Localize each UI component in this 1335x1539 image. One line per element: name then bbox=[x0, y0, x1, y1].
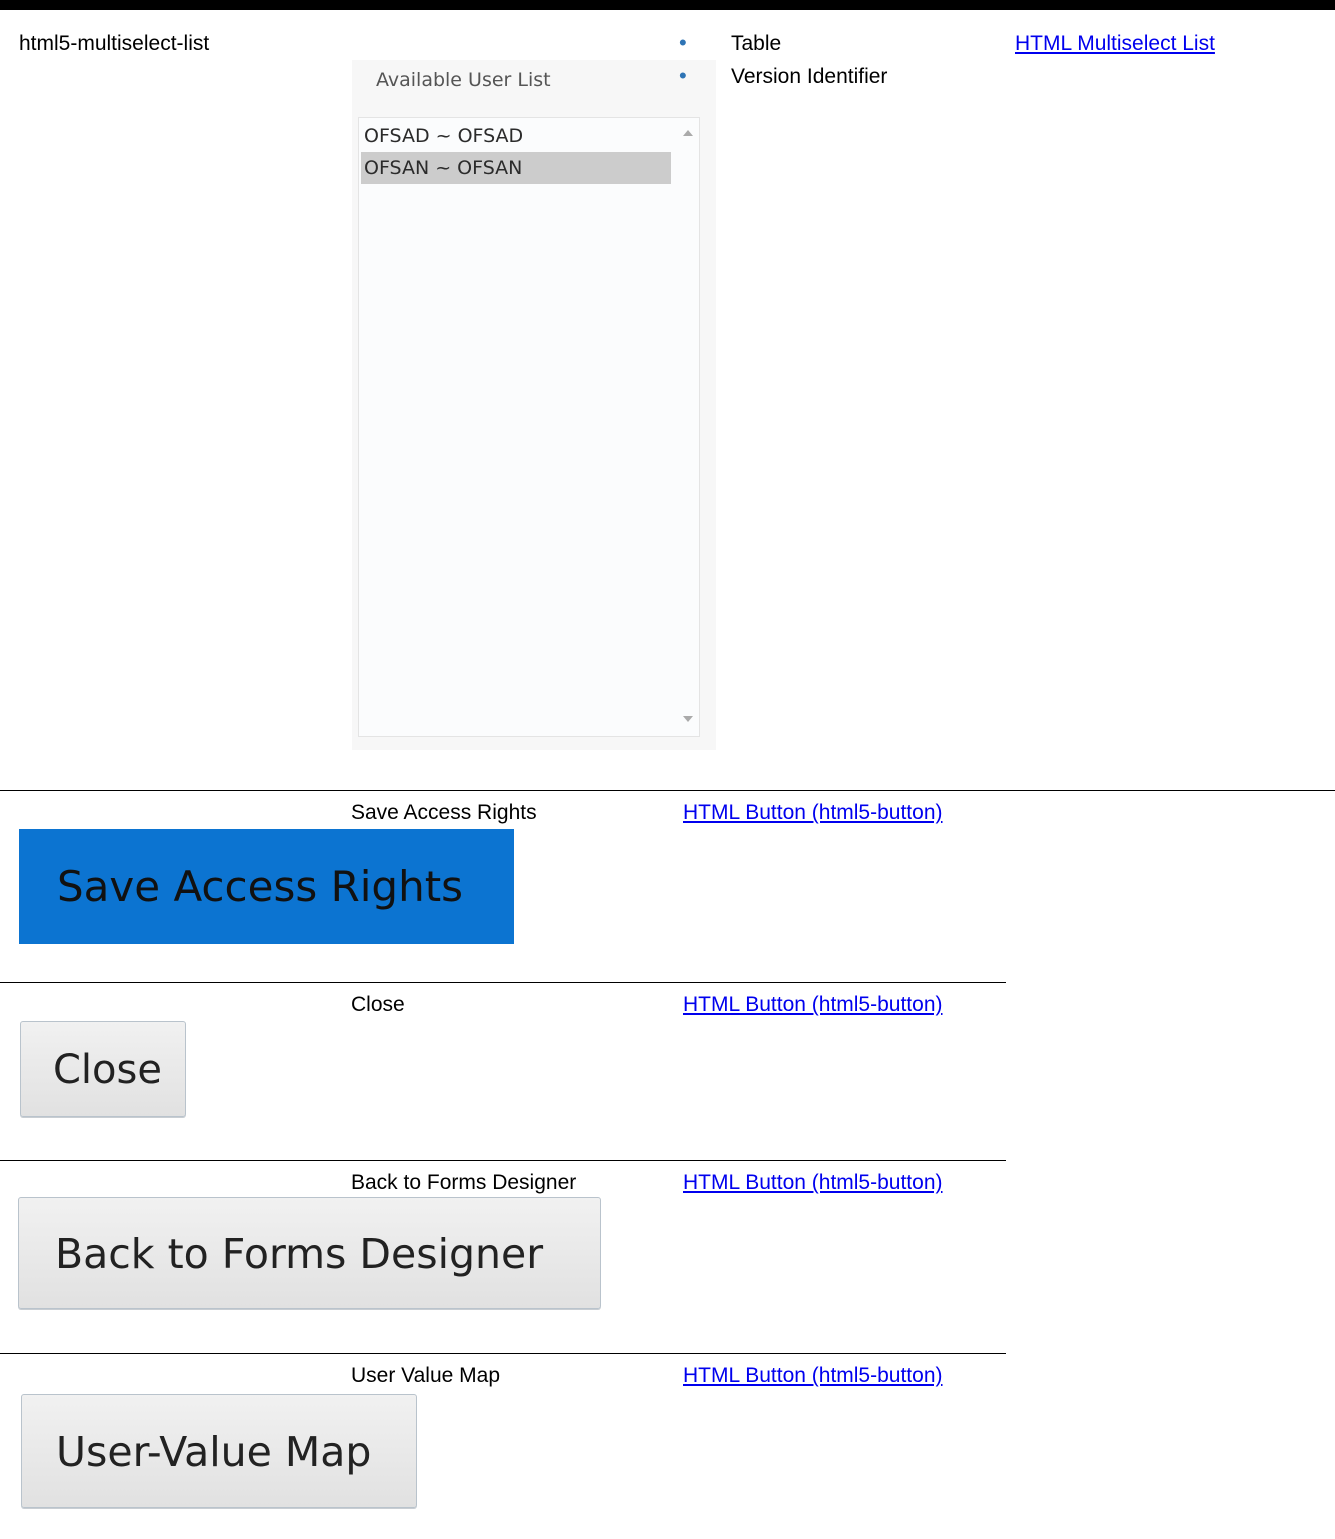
bullet-item: Version Identifier bbox=[731, 65, 888, 88]
multiselect-link[interactable]: HTML Multiselect List bbox=[1015, 31, 1215, 57]
row-divider bbox=[0, 982, 1006, 983]
row-divider bbox=[0, 1353, 1006, 1354]
save-access-rights-button[interactable]: Save Access Rights bbox=[19, 829, 514, 944]
row-divider bbox=[0, 1160, 1006, 1161]
back-to-forms-designer-button[interactable]: Back to Forms Designer bbox=[18, 1197, 601, 1309]
scroll-down-icon[interactable] bbox=[683, 716, 693, 722]
bullet-item: Table bbox=[731, 32, 782, 55]
component-name: html5-multiselect-list bbox=[19, 32, 210, 55]
button-link[interactable]: HTML Button (html5-button) bbox=[683, 1363, 943, 1389]
scroll-up-icon[interactable] bbox=[683, 130, 693, 136]
bullet-icon: • bbox=[679, 30, 687, 55]
row-divider bbox=[0, 790, 1335, 791]
bullet-icon: • bbox=[679, 63, 687, 88]
row-label: Back to Forms Designer bbox=[351, 1171, 577, 1194]
button-link[interactable]: HTML Button (html5-button) bbox=[683, 1170, 943, 1196]
list-item-selected[interactable]: OFSAN ~ OFSAN bbox=[361, 152, 671, 184]
row-label: User Value Map bbox=[351, 1364, 501, 1387]
multiselect-list[interactable]: OFSAD ~ OFSAD OFSAN ~ OFSAN bbox=[358, 117, 700, 737]
button-link[interactable]: HTML Button (html5-button) bbox=[683, 992, 943, 1018]
button-link[interactable]: HTML Button (html5-button) bbox=[683, 800, 943, 826]
multiselect-title: Available User List bbox=[376, 69, 551, 91]
row-label: Save Access Rights bbox=[351, 801, 537, 824]
row-label: Close bbox=[351, 993, 405, 1016]
list-item[interactable]: OFSAD ~ OFSAD bbox=[361, 120, 671, 152]
close-button[interactable]: Close bbox=[20, 1021, 186, 1117]
table-top-border bbox=[0, 0, 1335, 10]
user-value-map-button[interactable]: User-Value Map bbox=[21, 1394, 417, 1508]
